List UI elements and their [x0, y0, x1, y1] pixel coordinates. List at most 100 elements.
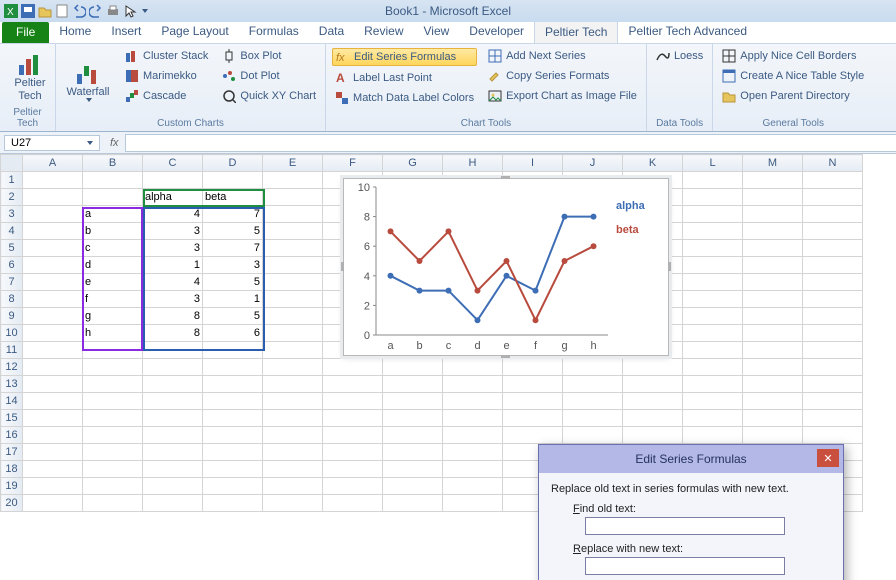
cell[interactable] — [563, 393, 623, 410]
col-header[interactable]: N — [803, 155, 863, 172]
tab-review[interactable]: Review — [354, 21, 413, 43]
cell[interactable] — [803, 427, 863, 444]
cell[interactable] — [83, 410, 143, 427]
row-header[interactable]: 9 — [1, 308, 23, 325]
cell[interactable] — [503, 427, 563, 444]
tab-formulas[interactable]: Formulas — [239, 21, 309, 43]
cell[interactable]: f — [83, 291, 143, 308]
new-icon[interactable] — [55, 4, 69, 18]
cell[interactable] — [143, 495, 203, 512]
cell[interactable] — [263, 257, 323, 274]
cell[interactable] — [23, 359, 83, 376]
row-header[interactable]: 1 — [1, 172, 23, 189]
row-header[interactable]: 2 — [1, 189, 23, 206]
cell[interactable] — [743, 393, 803, 410]
replace-input[interactable] — [585, 557, 785, 575]
edit-series-formulas-button[interactable]: fxEdit Series Formulas — [332, 48, 477, 66]
add-next-series-button[interactable]: Add Next Series — [485, 48, 640, 64]
print-icon[interactable] — [106, 4, 120, 18]
cell[interactable]: 3 — [143, 223, 203, 240]
cell[interactable] — [443, 427, 503, 444]
cell[interactable] — [323, 359, 383, 376]
cell[interactable] — [623, 410, 683, 427]
cell[interactable] — [803, 342, 863, 359]
col-header[interactable]: E — [263, 155, 323, 172]
cell[interactable] — [203, 376, 263, 393]
cell[interactable] — [803, 206, 863, 223]
cell[interactable] — [263, 478, 323, 495]
col-header[interactable]: I — [503, 155, 563, 172]
cell[interactable] — [203, 444, 263, 461]
cell[interactable] — [203, 393, 263, 410]
cell[interactable] — [383, 376, 443, 393]
cell[interactable] — [803, 308, 863, 325]
cell[interactable] — [743, 308, 803, 325]
cell[interactable] — [743, 206, 803, 223]
cell[interactable] — [83, 495, 143, 512]
cell[interactable] — [743, 427, 803, 444]
cell[interactable] — [503, 376, 563, 393]
cell[interactable] — [203, 427, 263, 444]
cell[interactable] — [383, 461, 443, 478]
cell[interactable] — [23, 427, 83, 444]
loess-button[interactable]: Loess — [653, 48, 706, 64]
tab-peltier-tech[interactable]: Peltier Tech — [534, 21, 618, 43]
cell[interactable] — [563, 427, 623, 444]
cell[interactable] — [263, 495, 323, 512]
col-header[interactable]: D — [203, 155, 263, 172]
row-header[interactable]: 10 — [1, 325, 23, 342]
row-header[interactable]: 4 — [1, 223, 23, 240]
cell[interactable] — [683, 410, 743, 427]
cell[interactable] — [23, 308, 83, 325]
cell[interactable] — [803, 274, 863, 291]
cell[interactable]: b — [83, 223, 143, 240]
tab-peltier-tech-advanced[interactable]: Peltier Tech Advanced — [618, 21, 757, 43]
cell[interactable] — [143, 376, 203, 393]
undo-icon[interactable] — [72, 4, 86, 18]
cell[interactable] — [23, 410, 83, 427]
tab-developer[interactable]: Developer — [459, 21, 534, 43]
cell[interactable] — [383, 410, 443, 427]
cell[interactable] — [83, 461, 143, 478]
cell[interactable] — [683, 257, 743, 274]
cell[interactable] — [803, 325, 863, 342]
row-header[interactable]: 8 — [1, 291, 23, 308]
row-header[interactable]: 20 — [1, 495, 23, 512]
cell[interactable] — [383, 359, 443, 376]
cell[interactable] — [143, 393, 203, 410]
cell[interactable]: 8 — [143, 308, 203, 325]
cell[interactable] — [263, 274, 323, 291]
cell[interactable] — [443, 410, 503, 427]
cell[interactable] — [83, 359, 143, 376]
cell[interactable] — [563, 376, 623, 393]
box-plot-button[interactable]: Box Plot — [219, 48, 319, 64]
cell[interactable] — [263, 444, 323, 461]
cell[interactable]: 5 — [203, 308, 263, 325]
cell[interactable]: 1 — [143, 257, 203, 274]
cell[interactable] — [203, 461, 263, 478]
cell[interactable] — [743, 274, 803, 291]
quick-xy-button[interactable]: Quick XY Chart — [219, 88, 319, 104]
col-header[interactable]: B — [83, 155, 143, 172]
row-header[interactable]: 14 — [1, 393, 23, 410]
cell[interactable] — [563, 410, 623, 427]
cell[interactable] — [263, 189, 323, 206]
row-header[interactable]: 3 — [1, 206, 23, 223]
qat-dropdown-icon[interactable] — [142, 9, 148, 13]
formula-input[interactable] — [125, 134, 896, 152]
cursor-icon[interactable] — [123, 4, 137, 18]
cell[interactable] — [143, 410, 203, 427]
cell[interactable] — [443, 376, 503, 393]
cell[interactable] — [83, 172, 143, 189]
cell[interactable] — [143, 342, 203, 359]
export-chart-button[interactable]: Export Chart as Image File — [485, 88, 640, 104]
col-header[interactable]: G — [383, 155, 443, 172]
cell[interactable]: 7 — [203, 206, 263, 223]
name-box[interactable]: U27 — [4, 135, 100, 151]
cell[interactable] — [803, 189, 863, 206]
cell[interactable] — [143, 427, 203, 444]
row-header[interactable]: 18 — [1, 461, 23, 478]
copy-series-formats-button[interactable]: Copy Series Formats — [485, 68, 640, 84]
match-colors-button[interactable]: Match Data Label Colors — [332, 90, 477, 106]
cell[interactable] — [23, 189, 83, 206]
